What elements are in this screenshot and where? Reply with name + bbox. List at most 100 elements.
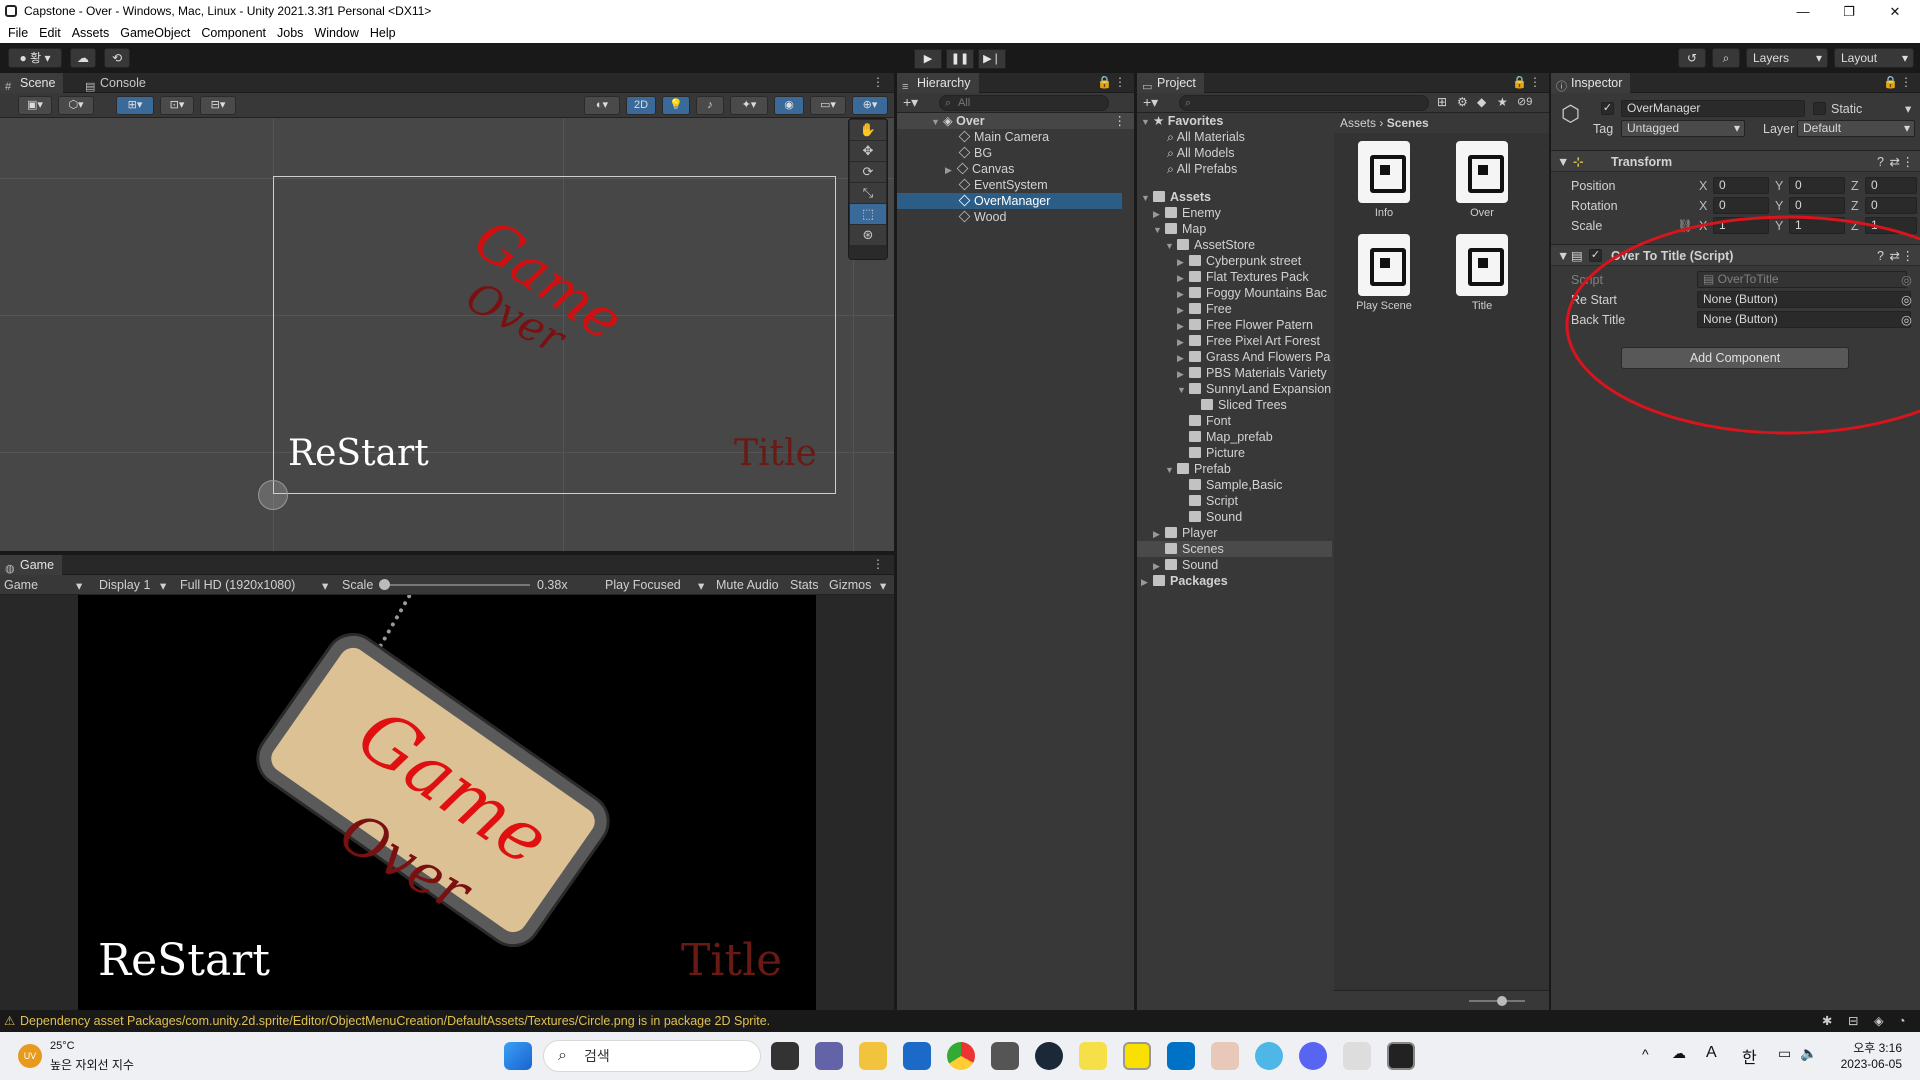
hierarchy-item-wood[interactable]: Wood <box>897 209 1134 225</box>
auto-generate-lighting-icon[interactable]: ◈ <box>1874 1010 1884 1032</box>
ime-mode-a[interactable]: A <box>1706 1044 1717 1062</box>
fold-arrow-icon[interactable]: ▼ <box>1557 151 1569 173</box>
steam-icon[interactable] <box>1035 1042 1063 1070</box>
cloud-icon[interactable]: ☁ <box>70 48 96 68</box>
scene-view[interactable]: Game Over ReStart Title ✋ ✥ ⟳ ⤡ ⬚ ⊛ <box>0 118 894 551</box>
menu-help[interactable]: Help <box>370 23 396 43</box>
search-by-type-icon[interactable]: ⊞ <box>1437 95 1447 109</box>
game-app-icon[interactable] <box>1211 1042 1239 1070</box>
folder-item[interactable]: ▶ Free Pixel Art Forest <box>1137 333 1332 349</box>
favorite-item[interactable]: ⌕ All Prefabs <box>1137 161 1332 177</box>
menu-window[interactable]: Window <box>314 23 358 43</box>
scale-tool-icon[interactable]: ⤡ <box>850 183 886 203</box>
kebab-menu-icon[interactable]: ⋮ <box>1114 75 1126 89</box>
cloud-app-icon[interactable] <box>1167 1042 1195 1070</box>
breadcrumb-assets[interactable]: Assets <box>1340 116 1376 130</box>
expand-arrow-icon[interactable]: ▼ <box>1165 462 1177 478</box>
lock-icon[interactable]: 🔒 <box>1097 75 1112 89</box>
folder-item[interactable]: ▼ Map <box>1137 221 1332 237</box>
menu-edit[interactable]: Edit <box>39 23 61 43</box>
file-explorer-icon[interactable] <box>859 1042 887 1070</box>
expand-arrow-icon[interactable]: ▶ <box>1177 350 1189 366</box>
transform-header[interactable]: ▼ ⊹ Transform ? ⇄ ⋮ <box>1551 150 1920 172</box>
menu-gameobject[interactable]: GameObject <box>120 23 190 43</box>
asset-scene-play[interactable]: Play Scene <box>1344 234 1424 312</box>
folder-item[interactable]: Font <box>1137 413 1332 429</box>
tab-scene[interactable]: # Scene <box>0 73 64 93</box>
transform-tool-icon[interactable]: ⊛ <box>850 225 886 245</box>
menu-file[interactable]: File <box>8 23 28 43</box>
play-focused-dropdown[interactable]: Play Focused <box>605 578 681 592</box>
draw-mode-dropdown[interactable]: ▣▾ <box>18 96 52 115</box>
clock-time[interactable]: 오후 3:16 <box>1838 1039 1902 1056</box>
close-button[interactable]: ✕ <box>1872 0 1918 23</box>
active-checkbox[interactable]: ✓ <box>1601 102 1614 115</box>
expand-arrow-icon[interactable]: ▶ <box>1177 302 1189 318</box>
scene-visibility-icon[interactable]: ◉ <box>774 96 804 115</box>
expand-arrow-icon[interactable]: ▶ <box>945 162 957 178</box>
chevron-up-icon[interactable]: ^ <box>1642 1046 1649 1062</box>
folder-item[interactable]: ▶ Player <box>1137 525 1332 541</box>
asset-scene-title[interactable]: Title <box>1442 234 1522 312</box>
layer-dropdown[interactable]: Default ▾ <box>1797 120 1915 137</box>
folder-item[interactable]: Sliced Trees <box>1137 397 1332 413</box>
snap-increment-dropdown[interactable]: ⊡▾ <box>160 96 194 115</box>
history-icon[interactable]: ↺ <box>1678 48 1706 68</box>
folder-item[interactable]: Map_prefab <box>1137 429 1332 445</box>
expand-arrow-icon[interactable]: ▼ <box>1141 190 1153 206</box>
favorite-star-icon[interactable]: ★ <box>1497 95 1508 109</box>
tab-game[interactable]: ◍ Game <box>0 555 63 575</box>
camera-dropdown[interactable]: ▭▾ <box>810 96 846 115</box>
folder-item[interactable]: ▶ Grass And Flowers Pa <box>1137 349 1332 365</box>
tab-inspector[interactable]: ⓘ Inspector <box>1551 73 1631 93</box>
folder-item[interactable]: ▶ Flat Textures Pack <box>1137 269 1332 285</box>
expand-arrow-icon[interactable]: ▶ <box>1177 286 1189 302</box>
folder-item[interactable]: ▶ PBS Materials Variety <box>1137 365 1332 381</box>
audio-toggle-icon[interactable]: ♪ <box>696 96 724 115</box>
expand-arrow-icon[interactable]: ▼ <box>1141 114 1153 130</box>
uv-weather-icon[interactable]: UV <box>18 1044 42 1068</box>
folder-item[interactable]: Sound <box>1137 509 1332 525</box>
preset-icon[interactable]: ⇄ <box>1890 151 1900 173</box>
chevron-down-icon[interactable]: ▾ <box>1905 100 1911 118</box>
rotation-x-field[interactable]: 0 <box>1713 197 1769 214</box>
hierarchy-item-eventsystem[interactable]: EventSystem <box>897 177 1134 193</box>
tag-dropdown[interactable]: Untagged ▾ <box>1621 120 1745 137</box>
folder-item[interactable]: ▶ Sound <box>1137 557 1332 573</box>
hierarchy-item-main-camera[interactable]: Main Camera <box>897 129 1134 145</box>
rotation-z-field[interactable]: 0 <box>1865 197 1917 214</box>
folder-item[interactable]: Script <box>1137 493 1332 509</box>
sticky-notes-icon[interactable] <box>1079 1042 1107 1070</box>
search-icon[interactable]: ⌕ <box>1712 48 1740 68</box>
chrome-icon[interactable] <box>947 1042 975 1070</box>
game-mode-dropdown[interactable]: Game <box>4 578 38 592</box>
kebab-menu-icon[interactable]: ⋮ <box>1900 75 1912 89</box>
folder-item[interactable]: ▶ Foggy Mountains Bac <box>1137 285 1332 301</box>
hand-tool-icon[interactable]: ✋ <box>850 120 886 140</box>
collab-icon[interactable]: ⟲ <box>104 48 130 68</box>
cache-icon[interactable]: ⊟ <box>1848 1010 1858 1032</box>
add-object-icon[interactable]: +▾ <box>903 94 918 111</box>
scale-slider[interactable] <box>379 579 530 590</box>
favorite-item[interactable]: ⌕ All Models <box>1137 145 1332 161</box>
tab-project[interactable]: ▭ Project <box>1137 73 1204 93</box>
unity-hub-icon[interactable] <box>1343 1042 1371 1070</box>
tab-console[interactable]: ▤ Console <box>80 73 154 93</box>
icon-size-slider[interactable] <box>1469 996 1525 1006</box>
create-asset-icon[interactable]: +▾ <box>1143 94 1158 111</box>
expand-arrow-icon[interactable]: ▶ <box>1141 574 1153 590</box>
account-dropdown[interactable]: ● 황 ▾ <box>8 48 62 68</box>
maximize-button[interactable]: ❐ <box>1826 0 1872 23</box>
expand-arrow-icon[interactable]: ▼ <box>1153 222 1165 238</box>
game-screen[interactable]: Game Over ReStart Title <box>78 595 816 1010</box>
rotation-y-field[interactable]: 0 <box>1789 197 1845 214</box>
lighting-toggle-icon[interactable]: 💡 <box>662 96 690 115</box>
debug-icon[interactable]: ✱ <box>1822 1010 1832 1032</box>
cloud-sync-icon[interactable]: ☁ <box>1672 1045 1686 1062</box>
menu-assets[interactable]: Assets <box>72 23 110 43</box>
gizmos-dropdown[interactable]: ⊕▾ <box>852 96 888 115</box>
expand-arrow-icon[interactable]: ▶ <box>1177 270 1189 286</box>
progress-icon[interactable]: ◔ <box>1898 1010 1906 1032</box>
folder-item[interactable]: Sample,Basic <box>1137 477 1332 493</box>
label-icon[interactable]: ◆ <box>1477 95 1486 109</box>
